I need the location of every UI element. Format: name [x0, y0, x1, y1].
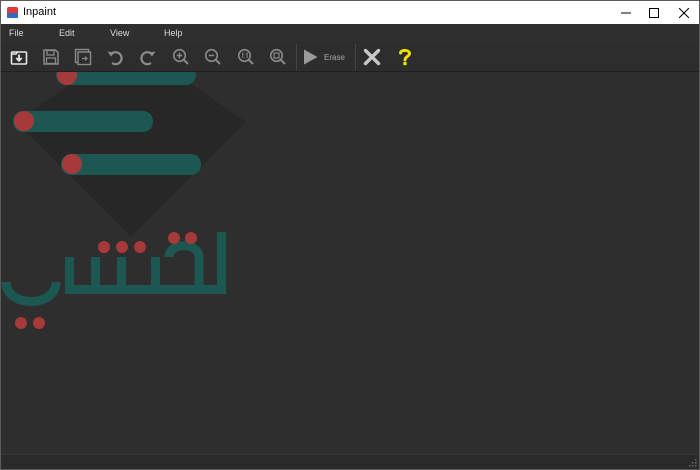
toolbar: Erase	[1, 42, 699, 72]
window-title: Inpaint	[23, 6, 57, 18]
save-as-icon	[74, 48, 92, 66]
help-button[interactable]	[392, 45, 418, 69]
redo-icon	[140, 51, 156, 66]
menu-file[interactable]: File	[9, 28, 24, 38]
toolbar-separator	[296, 44, 297, 70]
app-logo-icon	[7, 7, 18, 18]
zoom-actual-size-button[interactable]	[233, 45, 259, 69]
resize-grip-icon[interactable]	[688, 458, 697, 467]
title-bar: Inpaint	[1, 1, 699, 24]
erase-label: Erase	[324, 52, 345, 62]
zoom-out-icon	[204, 48, 221, 65]
app-window: Inpaint File Edit View Help Erase	[0, 0, 700, 470]
undo-button[interactable]	[102, 45, 128, 69]
close-icon	[679, 7, 689, 18]
menu-help[interactable]: Help	[164, 28, 183, 38]
zoom-fit-button[interactable]	[265, 45, 291, 69]
redo-button[interactable]	[135, 45, 161, 69]
erase-button[interactable]: Erase	[301, 45, 353, 69]
minimize-button[interactable]	[611, 1, 641, 24]
open-button[interactable]	[6, 45, 32, 69]
toolbar-separator	[355, 44, 356, 70]
menu-bar: File Edit View Help	[1, 24, 699, 42]
zoom-actual-icon	[237, 48, 254, 65]
close-button[interactable]	[669, 1, 699, 24]
zoom-fit-icon	[269, 48, 286, 65]
open-icon	[10, 51, 28, 65]
minimize-icon	[621, 12, 631, 13]
status-bar	[1, 454, 699, 469]
cancel-button[interactable]	[359, 45, 385, 69]
maximize-button[interactable]	[639, 1, 669, 24]
menu-edit[interactable]: Edit	[59, 28, 75, 38]
menu-view[interactable]: View	[110, 28, 129, 38]
undo-icon	[107, 51, 123, 66]
maximize-icon	[649, 7, 659, 18]
help-icon	[399, 48, 412, 66]
zoom-in-icon	[172, 48, 189, 65]
save-button[interactable]	[38, 45, 64, 69]
zoom-out-button[interactable]	[200, 45, 226, 69]
watermark-logo	[1, 72, 246, 329]
save-as-button[interactable]	[70, 45, 96, 69]
play-icon	[304, 49, 318, 65]
zoom-in-button[interactable]	[168, 45, 194, 69]
save-icon	[43, 49, 59, 65]
cancel-icon	[363, 48, 381, 66]
image-canvas[interactable]	[1, 72, 699, 454]
